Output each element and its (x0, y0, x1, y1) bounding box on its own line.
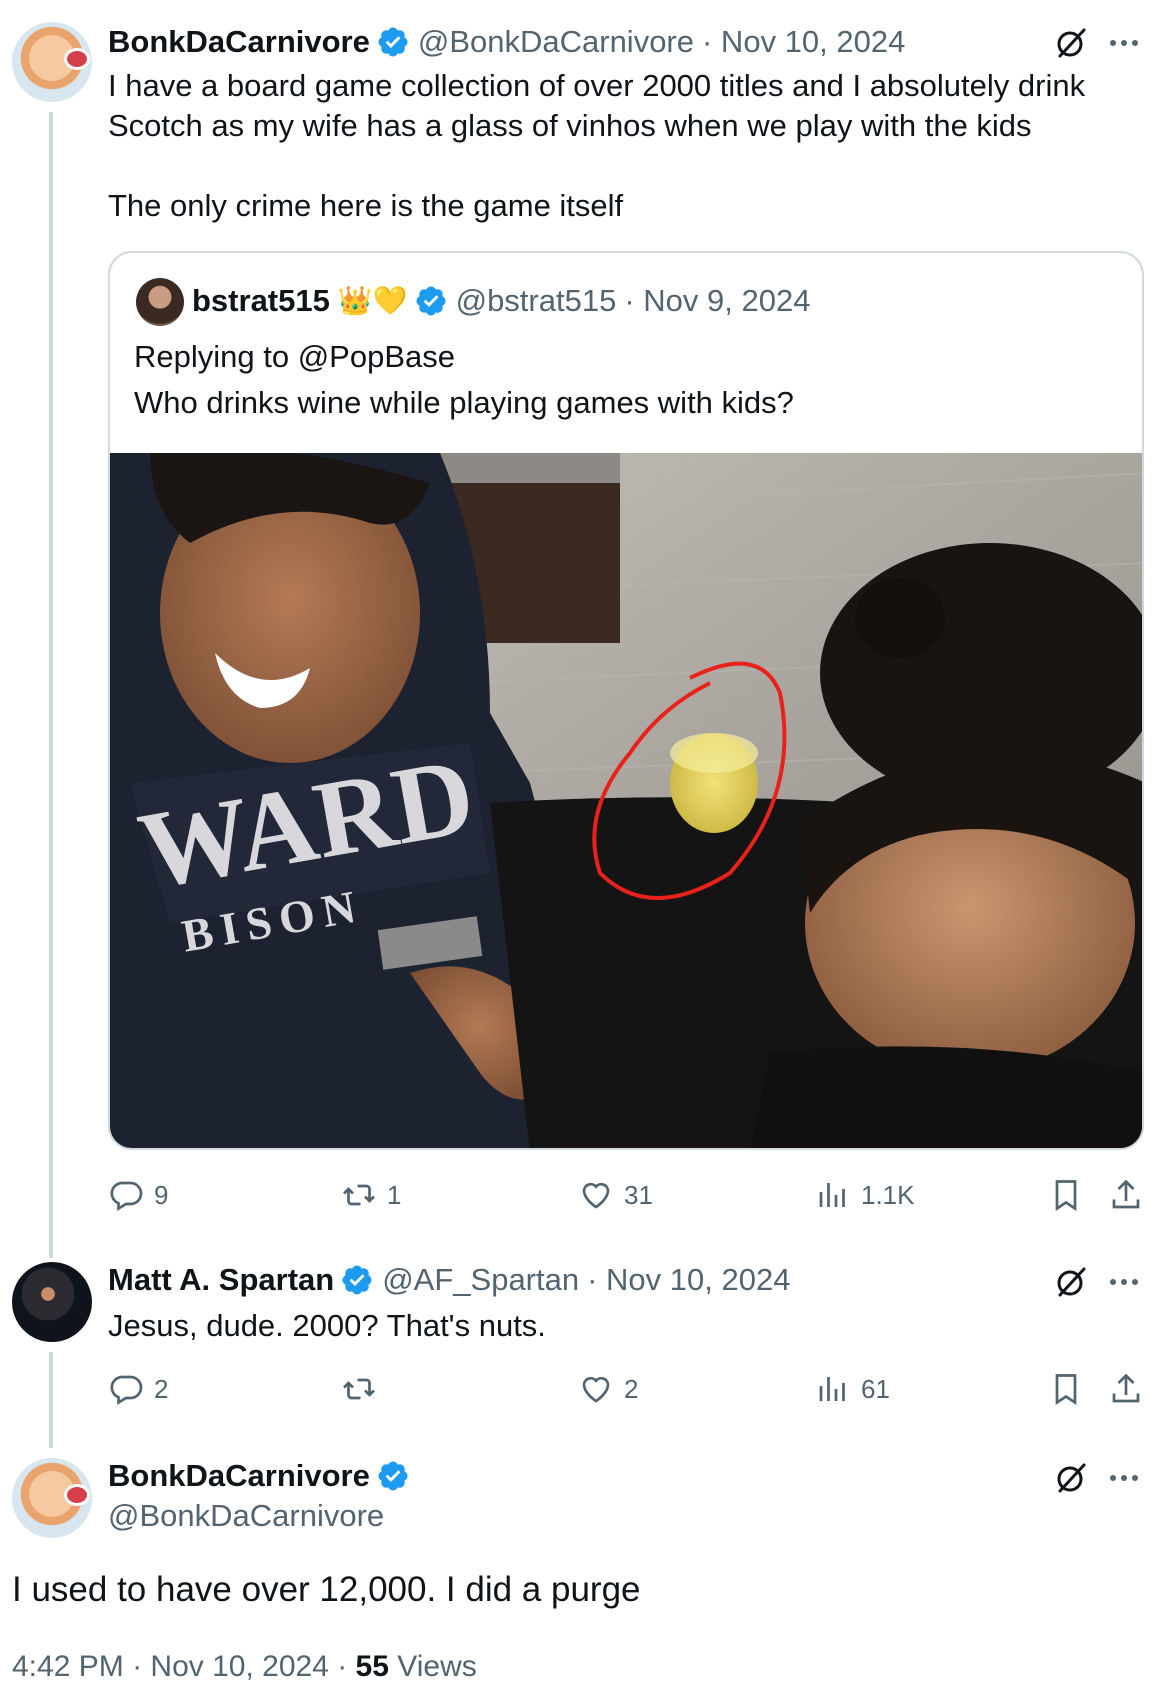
quote-author-name: bstrat515 (192, 283, 330, 318)
share-icon[interactable] (1108, 1371, 1144, 1407)
quoted-tweet-card[interactable]: bstrat515 👑💛 @bstrat515 · Nov 9, 2024 Re… (108, 251, 1144, 1150)
verified-badge-icon (416, 286, 446, 316)
like-count: 2 (624, 1373, 639, 1404)
like-count: 31 (624, 1179, 653, 1210)
avatar[interactable] (12, 1458, 92, 1538)
quote-text: Who drinks wine while playing games with… (134, 385, 794, 420)
reply-icon (110, 1181, 143, 1211)
author-handle[interactable]: @BonkDaCarnivore (108, 1498, 384, 1534)
reply-button[interactable]: 2 (108, 1371, 168, 1407)
grok-icon[interactable] (1051, 1458, 1091, 1498)
views-icon (819, 1377, 845, 1401)
repost-button[interactable] (341, 1371, 387, 1407)
repost-icon (343, 1184, 375, 1206)
like-icon (582, 1376, 610, 1403)
views-button[interactable]: 1.1K (815, 1177, 915, 1213)
like-button[interactable]: 31 (578, 1177, 653, 1213)
author-handle[interactable]: @BonkDaCarnivore (418, 24, 694, 60)
quote-header: bstrat515 👑💛 @bstrat515 · Nov 9, 2024 (192, 283, 810, 319)
share-icon[interactable] (1108, 1177, 1144, 1213)
views-button[interactable]: 61 (815, 1371, 890, 1407)
author-name[interactable]: Matt A. Spartan (108, 1262, 334, 1298)
grok-icon[interactable] (1051, 23, 1091, 63)
quote-photo[interactable]: WARD BISON (110, 453, 1142, 1148)
author-name[interactable]: BonkDaCarnivore (108, 24, 370, 60)
crown-heart-emoji: 👑💛 (337, 285, 408, 316)
reply-icon (110, 1375, 143, 1405)
meta-separator: · (337, 1650, 356, 1683)
reply-count: 9 (154, 1179, 169, 1210)
repost-count: 1 (387, 1179, 402, 1210)
meta-separator: · (132, 1650, 151, 1683)
views-label: Views (397, 1650, 477, 1683)
tweet-date[interactable]: · Nov 10, 2024 (702, 24, 905, 60)
views-count: 61 (861, 1373, 890, 1404)
photo-illustration: WARD BISON (110, 453, 1142, 1148)
repost-icon (343, 1378, 375, 1400)
tweet-text: Jesus, dude. 2000? That's nuts. (108, 1308, 546, 1343)
author-handle-row: @BonkDaCarnivore (108, 1498, 384, 1534)
views-count: 55 (355, 1650, 389, 1683)
more-icon[interactable] (1106, 1460, 1142, 1496)
reply-button[interactable]: 9 (108, 1177, 168, 1213)
tweet-text-line: I have a board game collection of over 2… (108, 68, 1086, 103)
thread-line (49, 112, 53, 1258)
bookmark-icon[interactable] (1048, 1177, 1084, 1213)
tweet-header: Matt A. Spartan @AF_Spartan · Nov 10, 20… (108, 1262, 790, 1298)
tweet-time[interactable]: 4:42 PM (12, 1650, 124, 1683)
tweet-header: BonkDaCarnivore (108, 1458, 418, 1494)
main-tweet-text: I used to have over 12,000. I did a purg… (12, 1570, 641, 1609)
tweet-date[interactable]: · Nov 10, 2024 (587, 1262, 790, 1298)
verified-badge-icon (342, 1265, 372, 1295)
tweet-meta: 4:42 PM · Nov 10, 2024 · 55 Views (12, 1650, 477, 1684)
views-count: 1.1K (861, 1179, 915, 1210)
quote-avatar (136, 278, 184, 326)
views-icon (819, 1183, 845, 1207)
replying-to-label: Replying to @PopBase (134, 339, 455, 374)
like-button[interactable]: 2 (578, 1371, 638, 1407)
more-icon[interactable] (1106, 1264, 1142, 1300)
repost-button[interactable]: 1 (341, 1177, 401, 1213)
like-icon (582, 1182, 610, 1209)
quote-date: · Nov 9, 2024 (624, 283, 811, 318)
avatar[interactable] (12, 22, 92, 102)
verified-badge-icon (378, 27, 408, 57)
grok-icon[interactable] (1051, 1262, 1091, 1302)
tweet-text-line: Scotch as my wife has a glass of vinhos … (108, 108, 1032, 143)
thread-line (49, 1352, 53, 1448)
tweet-date[interactable]: Nov 10, 2024 (150, 1650, 328, 1683)
reply-count: 2 (154, 1373, 169, 1404)
more-icon[interactable] (1106, 25, 1142, 61)
author-name[interactable]: BonkDaCarnivore (108, 1458, 370, 1494)
avatar[interactable] (12, 1262, 92, 1342)
tweet-text-line: The only crime here is the game itself (108, 188, 624, 223)
bookmark-icon[interactable] (1048, 1371, 1084, 1407)
quote-author-handle: @bstrat515 (455, 283, 617, 318)
tweet-header: BonkDaCarnivore @BonkDaCarnivore · Nov 1… (108, 24, 905, 60)
author-handle[interactable]: @AF_Spartan (382, 1262, 579, 1298)
verified-badge-icon (378, 1461, 408, 1491)
